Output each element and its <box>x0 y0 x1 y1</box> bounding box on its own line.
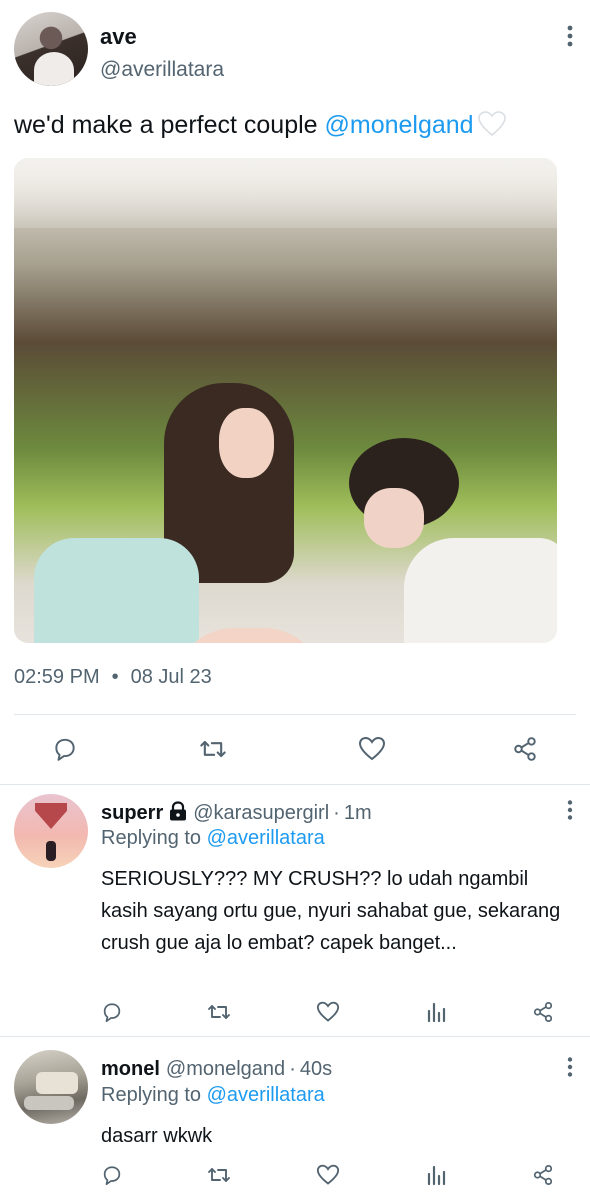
reply-avatar[interactable] <box>14 1050 88 1124</box>
replying-to-link[interactable]: @averillatara <box>207 1084 325 1106</box>
reply-text: dasarr wkwk <box>101 1125 213 1147</box>
like-icon[interactable] <box>316 1001 340 1023</box>
author-handle[interactable]: @averillatara <box>100 58 224 82</box>
reply-item[interactable]: superr @karasupergirl · 1m Replying to @ave… <box>0 784 590 1036</box>
photo-girl-dress <box>34 538 199 643</box>
more-vertical-icon[interactable] <box>564 1056 576 1078</box>
reply-icon[interactable] <box>52 736 78 762</box>
replying-to-label: Replying to <box>101 1084 207 1106</box>
like-icon[interactable] <box>358 736 386 762</box>
share-icon[interactable] <box>512 736 538 762</box>
photo-canopy <box>14 158 557 228</box>
main-tweet-header: ave @averillatara <box>14 12 576 88</box>
like-icon[interactable] <box>316 1164 340 1186</box>
tweet-mention-link[interactable]: @monelgand <box>325 111 474 139</box>
avatar-car <box>36 1072 78 1094</box>
avatar-person <box>24 1096 74 1110</box>
reply-avatar[interactable] <box>14 794 88 868</box>
analytics-icon[interactable] <box>426 1001 446 1023</box>
replying-to-link[interactable]: @averillatara <box>207 827 325 849</box>
tweet-text-body: we'd make a perfect couple <box>14 111 325 139</box>
retweet-icon[interactable] <box>206 1001 232 1023</box>
superman-logo-icon <box>35 803 67 829</box>
retweet-icon[interactable] <box>199 736 227 762</box>
reply-handle[interactable]: @monelgand <box>166 1058 285 1080</box>
reply-icon[interactable] <box>101 1001 123 1023</box>
reply-item[interactable]: monel @monelgand · 40s Replying to @averill… <box>0 1036 590 1200</box>
replying-to: Replying to @averillatara <box>101 1084 325 1107</box>
retweet-icon[interactable] <box>206 1164 232 1186</box>
timestamp-separator: • <box>111 666 119 688</box>
reply-icon[interactable] <box>101 1164 123 1186</box>
reply-time: 1m <box>343 802 372 824</box>
reply-author-name[interactable]: monel <box>101 1058 160 1080</box>
author-avatar[interactable] <box>14 12 88 86</box>
tweet-date: 08 Jul 23 <box>130 666 212 688</box>
more-vertical-icon[interactable] <box>564 24 576 48</box>
tweet-text: we'd make a perfect couple @monelgand <box>14 108 506 142</box>
photo-boy-face <box>364 488 424 548</box>
divider <box>14 714 576 715</box>
reply-header: superr @karasupergirl · 1m <box>101 801 372 827</box>
reply-author-name[interactable]: superr <box>101 802 163 824</box>
tweet-photo[interactable] <box>14 158 557 643</box>
meta-separator: · <box>333 802 340 824</box>
meta-separator: · <box>289 1058 296 1080</box>
photo-girl-face <box>219 408 274 478</box>
replying-to-label: Replying to <box>101 827 207 849</box>
share-icon[interactable] <box>532 1164 554 1186</box>
replying-to: Replying to @averillatara <box>101 827 325 850</box>
lock-icon <box>169 801 187 827</box>
photo-boy-shirt <box>404 538 557 643</box>
reply-handle[interactable]: @karasupergirl <box>193 802 329 824</box>
avatar-figure <box>46 841 56 861</box>
reply-header: monel @monelgand · 40s <box>101 1058 332 1081</box>
tweet-time: 02:59 PM <box>14 666 100 688</box>
analytics-icon[interactable] <box>426 1164 446 1186</box>
more-vertical-icon[interactable] <box>564 799 576 821</box>
reply-time: 40s <box>299 1058 333 1080</box>
tweet-timestamp: 02:59 PM • 08 Jul 23 <box>14 666 212 689</box>
white-heart-emoji-icon <box>477 111 506 137</box>
share-icon[interactable] <box>532 1001 554 1023</box>
author-name[interactable]: ave <box>100 24 137 50</box>
reply-text: SERIOUSLY??? MY CRUSH?? lo udah ngambil … <box>101 868 561 954</box>
